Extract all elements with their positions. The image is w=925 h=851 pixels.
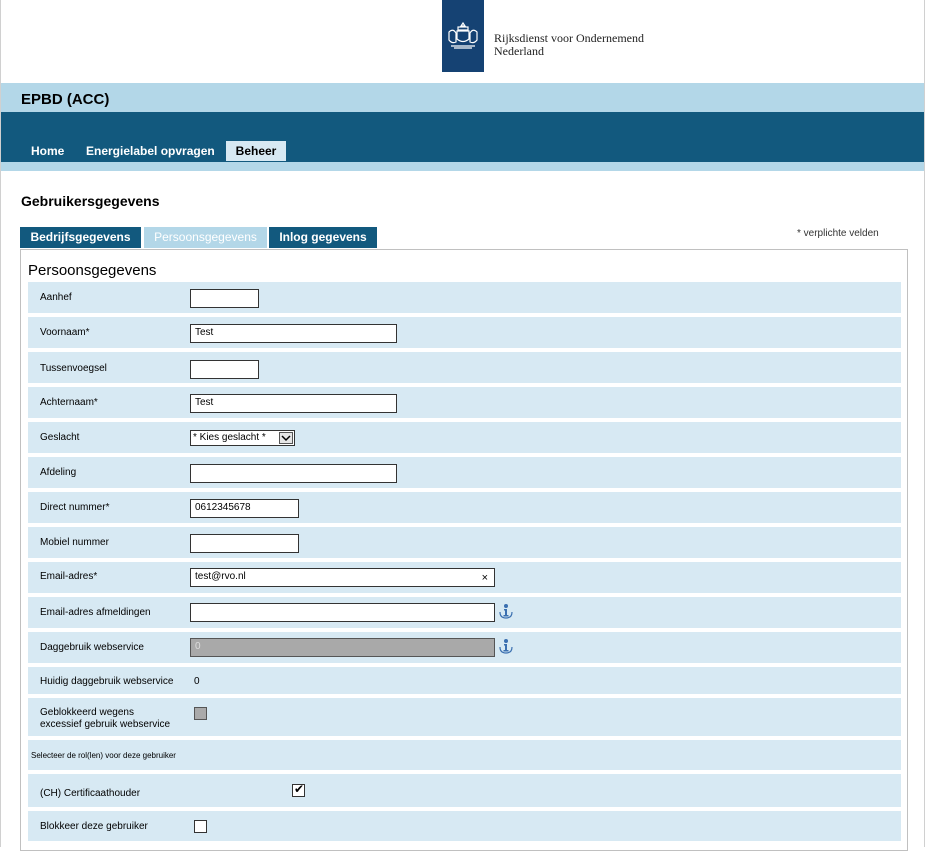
- row-aanhef: Aanhef: [28, 282, 901, 313]
- section-title: Persoonsgegevens: [28, 262, 157, 279]
- voornaam-input[interactable]: Test: [190, 324, 397, 343]
- nav-beheer[interactable]: Beheer: [226, 141, 286, 161]
- blokkeer-checkbox[interactable]: [194, 820, 207, 833]
- certificaathouder-label: (CH) Certificaathouder: [40, 788, 141, 799]
- clear-icon[interactable]: ×: [482, 570, 488, 586]
- row-daggebruik: Daggebruik webservice 0: [28, 632, 901, 663]
- certificaathouder-checkbox[interactable]: ✔: [292, 782, 305, 797]
- row-tussenvoegsel: Tussenvoegsel: [28, 352, 901, 383]
- geslacht-label: Geslacht: [40, 432, 80, 443]
- row-mobiel-nummer: Mobiel nummer: [28, 527, 901, 558]
- page-title: Gebruikersgegevens: [21, 193, 160, 209]
- tussenvoegsel-label: Tussenvoegsel: [40, 363, 107, 374]
- crest-icon: [448, 22, 478, 49]
- aanhef-input[interactable]: [190, 289, 259, 308]
- daggebruik-input: 0: [190, 638, 495, 657]
- geblokkeerd-label-line1: Geblokkeerd wegens: [40, 707, 134, 718]
- email-afmeldingen-input[interactable]: [190, 603, 495, 622]
- tab-bedrijfsgegevens[interactable]: Bedrijfsgegevens: [20, 227, 141, 248]
- info-icon[interactable]: [498, 638, 514, 654]
- required-fields-note: * verplichte velden: [797, 228, 879, 239]
- row-rollen: Selecteer de rol(len) voor deze gebruike…: [28, 740, 901, 770]
- email-label: Email-adres*: [40, 571, 98, 582]
- daggebruik-label: Daggebruik webservice: [40, 642, 144, 653]
- main-nav: Home Energielabel opvragen: [1, 112, 924, 162]
- row-geslacht: Geslacht * Kies geslacht *: [28, 422, 901, 453]
- org-name-line2: Nederland: [494, 44, 544, 58]
- huidig-daggebruik-value: 0: [194, 676, 200, 687]
- afdeling-label: Afdeling: [40, 467, 77, 478]
- row-voornaam: Voornaam* Test: [28, 317, 901, 348]
- row-direct-nummer: Direct nummer* 0612345678: [28, 492, 901, 523]
- email-afmeldingen-label: Email-adres afmeldingen: [40, 607, 151, 618]
- row-huidig-daggebruik: Huidig daggebruik webservice 0: [28, 667, 901, 694]
- voornaam-label: Voornaam*: [40, 327, 90, 338]
- geslacht-selected-value: * Kies geslacht *: [193, 432, 266, 443]
- geslacht-select[interactable]: * Kies geslacht *: [190, 430, 295, 446]
- app-title-bar: EPBD (ACC): [1, 83, 924, 112]
- row-achternaam: Achternaam* Test: [28, 387, 901, 418]
- nav-home[interactable]: Home: [31, 144, 64, 158]
- direct-nummer-input[interactable]: 0612345678: [190, 499, 299, 518]
- row-email: Email-adres* test@rvo.nl ×: [28, 562, 901, 593]
- achternaam-input[interactable]: Test: [190, 394, 397, 413]
- geblokkeerd-label-line2: excessief gebruik webservice: [40, 719, 171, 730]
- blokkeer-label: Blokkeer deze gebruiker: [40, 821, 148, 832]
- row-blokkeer: Blokkeer deze gebruiker: [28, 811, 901, 841]
- persoonsgegevens-panel: Persoonsgegevens Aanhef Voornaam* Test T…: [20, 249, 908, 851]
- afdeling-input[interactable]: [190, 464, 397, 483]
- info-icon[interactable]: [498, 603, 514, 619]
- mobiel-nummer-input[interactable]: [190, 534, 299, 553]
- checkmark-icon: ✔: [294, 782, 305, 796]
- huidig-daggebruik-label: Huidig daggebruik webservice: [40, 676, 174, 687]
- aanhef-label: Aanhef: [40, 292, 72, 303]
- nav-underline: [1, 162, 924, 171]
- row-geblokkeerd: Geblokkeerd wegens excessief gebruik web…: [28, 698, 901, 736]
- direct-nummer-label: Direct nummer*: [40, 502, 110, 513]
- achternaam-label: Achternaam*: [40, 397, 98, 408]
- tab-inlog-gegevens[interactable]: Inlog gegevens: [269, 227, 377, 248]
- tussenvoegsel-input[interactable]: [190, 360, 259, 379]
- tab-persoonsgegevens[interactable]: Persoonsgegevens: [144, 227, 267, 248]
- app-title: EPBD (ACC): [21, 91, 110, 108]
- rijksoverheid-logo: [442, 0, 484, 72]
- mobiel-nummer-label: Mobiel nummer: [40, 537, 109, 548]
- email-input[interactable]: test@rvo.nl ×: [190, 568, 495, 587]
- rollen-label: Selecteer de rol(len) voor deze gebruike…: [31, 751, 176, 760]
- nav-energielabel[interactable]: Energielabel opvragen: [86, 144, 215, 158]
- geblokkeerd-checkbox: [194, 707, 207, 720]
- email-value: test@rvo.nl: [195, 571, 246, 582]
- row-email-afmeldingen: Email-adres afmeldingen: [28, 597, 901, 628]
- chevron-down-icon[interactable]: [279, 432, 293, 444]
- org-name: Rijksdienst voor Ondernemend Nederland: [494, 32, 644, 58]
- geblokkeerd-label: Geblokkeerd wegens excessief gebruik web…: [40, 707, 170, 731]
- row-afdeling: Afdeling: [28, 457, 901, 488]
- row-certificaathouder: (CH) Certificaathouder ✔: [28, 774, 901, 807]
